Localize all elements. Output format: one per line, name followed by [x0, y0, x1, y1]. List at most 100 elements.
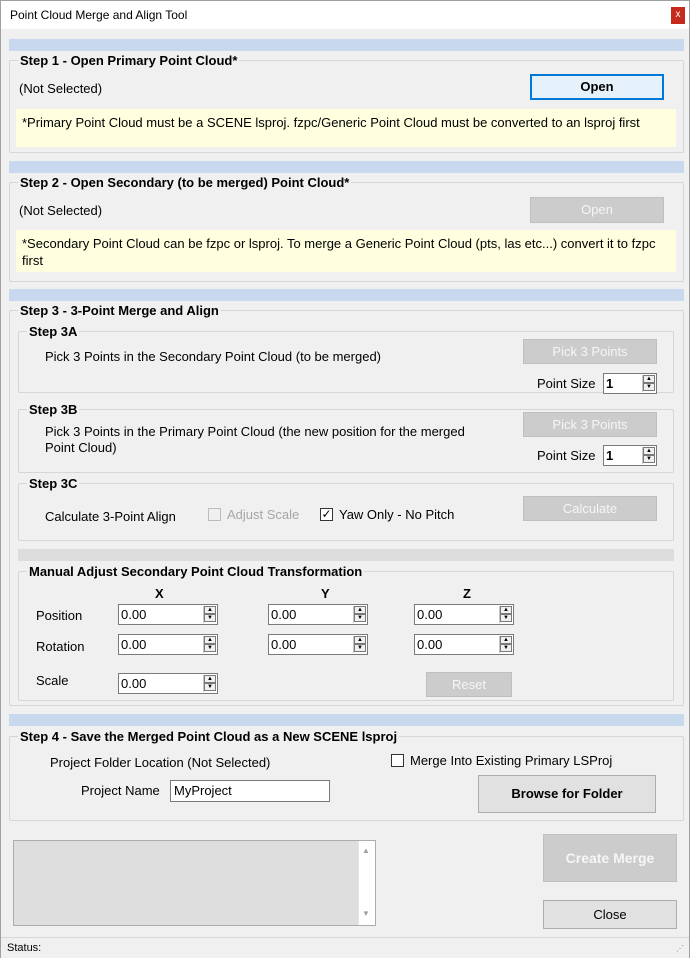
- position-z-input[interactable]: 0.00 ▲ ▼: [414, 604, 514, 625]
- spin-down-icon[interactable]: ▼: [500, 644, 512, 652]
- merge-existing-checkbox[interactable]: [391, 754, 404, 767]
- step3b-title: Step 3B: [27, 402, 80, 417]
- project-name-label: Project Name: [81, 783, 160, 798]
- step3b-point-size-stepper[interactable]: ▲ ▼: [642, 447, 655, 464]
- spin-down-icon[interactable]: ▼: [204, 644, 216, 652]
- step3a-title: Step 3A: [27, 324, 80, 339]
- position-x-stepper[interactable]: ▲ ▼: [203, 606, 216, 623]
- browse-folder-button[interactable]: Browse for Folder: [478, 775, 656, 813]
- spin-up-icon[interactable]: ▲: [204, 675, 216, 683]
- position-y-stepper[interactable]: ▲ ▼: [353, 606, 366, 623]
- adjust-scale-checkbox[interactable]: [208, 508, 221, 521]
- spin-up-icon[interactable]: ▲: [354, 636, 366, 644]
- position-z-stepper[interactable]: ▲ ▼: [499, 606, 512, 623]
- rotation-label: Rotation: [36, 639, 85, 654]
- step3-band: [9, 289, 684, 301]
- spin-up-icon[interactable]: ▲: [643, 447, 655, 455]
- adjust-scale-label: Adjust Scale: [227, 507, 300, 522]
- reset-button[interactable]: Reset: [426, 672, 512, 697]
- step1-note: *Primary Point Cloud must be a SCENE lsp…: [16, 109, 676, 147]
- step1-group: Step 1 - Open Primary Point Cloud* (Not …: [9, 53, 684, 153]
- status-label: Status:: [7, 942, 42, 954]
- scroll-down-icon[interactable]: ▼: [362, 909, 370, 918]
- step1-band: [9, 39, 684, 51]
- step3a-point-size-stepper[interactable]: ▲ ▼: [642, 375, 655, 392]
- step3a-instruction: Pick 3 Points in the Secondary Point Clo…: [45, 349, 382, 364]
- step3a-point-size-input[interactable]: 1 ▲ ▼: [603, 373, 657, 394]
- step3b-group: Step 3B Pick 3 Points in the Primary Poi…: [18, 402, 674, 473]
- close-button[interactable]: Close: [543, 900, 677, 929]
- rotation-x-value: 0.00: [121, 637, 147, 652]
- spin-up-icon[interactable]: ▲: [643, 375, 655, 383]
- position-x-value: 0.00: [121, 607, 147, 622]
- spin-down-icon[interactable]: ▼: [204, 614, 216, 622]
- spin-up-icon[interactable]: ▲: [500, 636, 512, 644]
- create-merge-button[interactable]: Create Merge: [543, 834, 677, 882]
- scale-input[interactable]: 0.00 ▲ ▼: [118, 673, 218, 694]
- step3-title: Step 3 - 3-Point Merge and Align: [18, 303, 221, 318]
- rotation-z-stepper[interactable]: ▲ ▼: [499, 636, 512, 653]
- step3a-pick-button[interactable]: Pick 3 Points: [523, 339, 657, 364]
- step2-band: [9, 161, 684, 173]
- manual-col-y: Y: [321, 586, 330, 601]
- step3a-group: Step 3A Pick 3 Points in the Secondary P…: [18, 324, 674, 394]
- rotation-z-value: 0.00: [417, 637, 443, 652]
- scale-value: 0.00: [121, 676, 147, 691]
- project-folder-label: Project Folder Location (Not Selected): [50, 755, 271, 770]
- step3a-point-size-value: 1: [606, 376, 614, 391]
- step2-file-label: (Not Selected): [19, 203, 103, 218]
- rotation-y-stepper[interactable]: ▲ ▼: [353, 636, 366, 653]
- step4-title: Step 4 - Save the Merged Point Cloud as …: [18, 729, 400, 744]
- manual-title: Manual Adjust Secondary Point Cloud Tran…: [27, 564, 365, 579]
- step3b-point-size-label: Point Size: [537, 448, 596, 463]
- rotation-y-value: 0.00: [271, 637, 297, 652]
- close-window-button[interactable]: x: [671, 7, 685, 24]
- step3a-point-size-label: Point Size: [537, 376, 596, 391]
- step3-group: Step 3 - 3-Point Merge and Align Step 3A…: [9, 303, 684, 706]
- manual-group: Manual Adjust Secondary Point Cloud Tran…: [18, 564, 674, 701]
- spin-up-icon[interactable]: ▲: [354, 606, 366, 614]
- rotation-z-input[interactable]: 0.00 ▲ ▼: [414, 634, 514, 655]
- step2-group: Step 2 - Open Secondary (to be merged) P…: [9, 175, 684, 282]
- resize-grip-icon[interactable]: ⋰: [676, 944, 684, 953]
- step3b-instruction: Pick 3 Points in the Primary Point Cloud…: [45, 424, 465, 455]
- rotation-x-input[interactable]: 0.00 ▲ ▼: [118, 634, 218, 655]
- log-scrollbar[interactable]: ▲ ▼: [358, 841, 375, 925]
- yaw-only-label: Yaw Only - No Pitch: [339, 507, 455, 522]
- log-textbox[interactable]: ▲ ▼: [13, 840, 376, 926]
- position-x-input[interactable]: 0.00 ▲ ▼: [118, 604, 218, 625]
- rotation-x-stepper[interactable]: ▲ ▼: [203, 636, 216, 653]
- step4-group: Step 4 - Save the Merged Point Cloud as …: [9, 729, 684, 821]
- spin-up-icon[interactable]: ▲: [204, 606, 216, 614]
- spin-up-icon[interactable]: ▲: [500, 606, 512, 614]
- step2-open-button[interactable]: Open: [530, 197, 664, 223]
- calculate-button[interactable]: Calculate: [523, 496, 657, 521]
- status-bar: Status: ⋰: [1, 937, 689, 958]
- spin-down-icon[interactable]: ▼: [354, 644, 366, 652]
- spin-down-icon[interactable]: ▼: [204, 683, 216, 691]
- manual-band: [18, 549, 674, 561]
- step3c-title: Step 3C: [27, 476, 80, 491]
- project-name-input[interactable]: MyProject: [170, 780, 330, 802]
- rotation-y-input[interactable]: 0.00 ▲ ▼: [268, 634, 368, 655]
- merge-existing-label: Merge Into Existing Primary LSProj: [410, 753, 613, 768]
- spin-down-icon[interactable]: ▼: [354, 614, 366, 622]
- step1-open-button[interactable]: Open: [530, 74, 664, 100]
- position-y-input[interactable]: 0.00 ▲ ▼: [268, 604, 368, 625]
- check-icon: ✓: [321, 507, 332, 521]
- scale-stepper[interactable]: ▲ ▼: [203, 675, 216, 692]
- spin-up-icon[interactable]: ▲: [204, 636, 216, 644]
- scroll-up-icon[interactable]: ▲: [362, 846, 370, 855]
- yaw-only-checkbox[interactable]: ✓: [320, 508, 333, 521]
- manual-col-x: X: [155, 586, 164, 601]
- spin-down-icon[interactable]: ▼: [643, 455, 655, 463]
- spin-down-icon[interactable]: ▼: [500, 614, 512, 622]
- step3c-group: Step 3C Calculate 3-Point Align Adjust S…: [18, 476, 674, 541]
- scale-label: Scale: [36, 673, 69, 688]
- step3b-point-size-value: 1: [606, 448, 614, 463]
- step2-note: *Secondary Point Cloud can be fzpc or ls…: [16, 230, 676, 272]
- spin-down-icon[interactable]: ▼: [643, 383, 655, 391]
- step3b-pick-button[interactable]: Pick 3 Points: [523, 412, 657, 437]
- step3b-point-size-input[interactable]: 1 ▲ ▼: [603, 445, 657, 466]
- step2-title: Step 2 - Open Secondary (to be merged) P…: [18, 175, 352, 190]
